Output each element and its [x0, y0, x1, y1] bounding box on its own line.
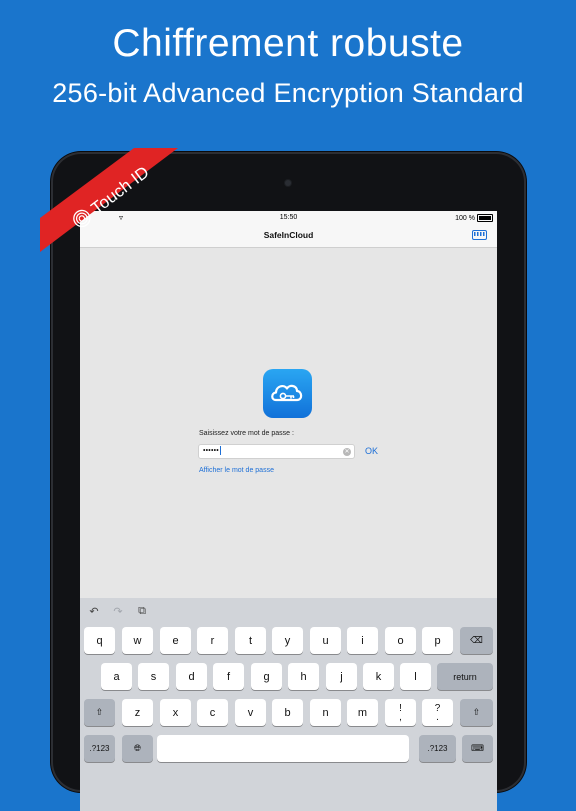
keyboard-icon[interactable]: [472, 230, 487, 240]
key-a[interactable]: a: [101, 663, 132, 690]
backspace-icon: ⌫: [470, 635, 483, 645]
redo-icon[interactable]: ↷: [112, 605, 124, 618]
key-v[interactable]: v: [235, 699, 266, 726]
shift-key-right[interactable]: ⇧: [460, 699, 493, 726]
key-u[interactable]: u: [310, 627, 341, 654]
keyboard-dismiss-icon: ⌨: [471, 743, 484, 753]
key-q[interactable]: q: [84, 627, 115, 654]
key-b[interactable]: b: [272, 699, 303, 726]
paste-icon[interactable]: ⧉: [136, 605, 148, 618]
key-n[interactable]: n: [310, 699, 341, 726]
front-camera: [285, 180, 291, 186]
key-z[interactable]: z: [122, 699, 153, 726]
numbers-key-left[interactable]: .?123: [84, 735, 115, 762]
key-m[interactable]: m: [347, 699, 378, 726]
key-i[interactable]: i: [347, 627, 378, 654]
battery-percent: 100 %: [455, 214, 475, 222]
key-w[interactable]: w: [122, 627, 153, 654]
numbers-key-right[interactable]: .?123: [419, 735, 456, 762]
key-exclamation[interactable]: ! ,: [385, 699, 416, 726]
key-r[interactable]: r: [197, 627, 228, 654]
dismiss-keyboard-key[interactable]: ⌨: [462, 735, 493, 762]
key-p[interactable]: p: [422, 627, 453, 654]
ok-button[interactable]: OK: [365, 446, 378, 456]
key-question-bottom: .: [436, 711, 439, 723]
password-value: ••••••: [203, 447, 219, 455]
key-question[interactable]: ? .: [422, 699, 453, 726]
show-password-link[interactable]: Afficher le mot de passe: [199, 467, 274, 474]
globe-key[interactable]: 🌐︎: [122, 735, 153, 762]
touch-id-ribbon: Touch ID: [40, 148, 178, 252]
status-battery: 100 %: [455, 214, 493, 222]
key-h[interactable]: h: [288, 663, 319, 690]
safeincloud-logo-icon: [263, 369, 312, 418]
key-f[interactable]: f: [213, 663, 244, 690]
keyboard-toolbar: ↶ ↷ ⧉: [88, 605, 148, 618]
key-j[interactable]: j: [326, 663, 357, 690]
key-x[interactable]: x: [160, 699, 191, 726]
on-screen-keyboard: ↶ ↷ ⧉ q w e r t y u i o p ⌫ a s d f g h: [80, 598, 497, 811]
shift-icon: ⇧: [472, 707, 481, 717]
key-o[interactable]: o: [385, 627, 416, 654]
key-exclamation-bottom: ,: [399, 711, 402, 723]
key-d[interactable]: d: [176, 663, 207, 690]
promo-subheadline: 256-bit Advanced Encryption Standard: [52, 78, 524, 108]
password-input[interactable]: •••••• ✕: [198, 444, 355, 459]
key-y[interactable]: y: [272, 627, 303, 654]
battery-icon: [477, 214, 493, 222]
key-l[interactable]: l: [400, 663, 431, 690]
backspace-key[interactable]: ⌫: [460, 627, 493, 654]
promo-headline: Chiffrement robuste: [112, 22, 464, 65]
app-screen: ▿ 15:50 100 % SafeInCloud Saisissez votr…: [80, 211, 497, 811]
key-k[interactable]: k: [363, 663, 394, 690]
clear-icon[interactable]: ✕: [343, 448, 351, 456]
password-prompt: Saisissez votre mot de passe :: [199, 430, 294, 437]
key-c[interactable]: c: [197, 699, 228, 726]
space-bar[interactable]: [157, 735, 409, 762]
return-key[interactable]: return: [437, 663, 493, 690]
key-t[interactable]: t: [235, 627, 266, 654]
key-g[interactable]: g: [251, 663, 282, 690]
shift-key-left[interactable]: ⇧: [84, 699, 115, 726]
key-e[interactable]: e: [160, 627, 191, 654]
undo-icon[interactable]: ↶: [88, 605, 100, 618]
globe-icon: 🌐︎: [133, 743, 142, 753]
key-s[interactable]: s: [138, 663, 169, 690]
shift-icon: ⇧: [95, 707, 104, 717]
